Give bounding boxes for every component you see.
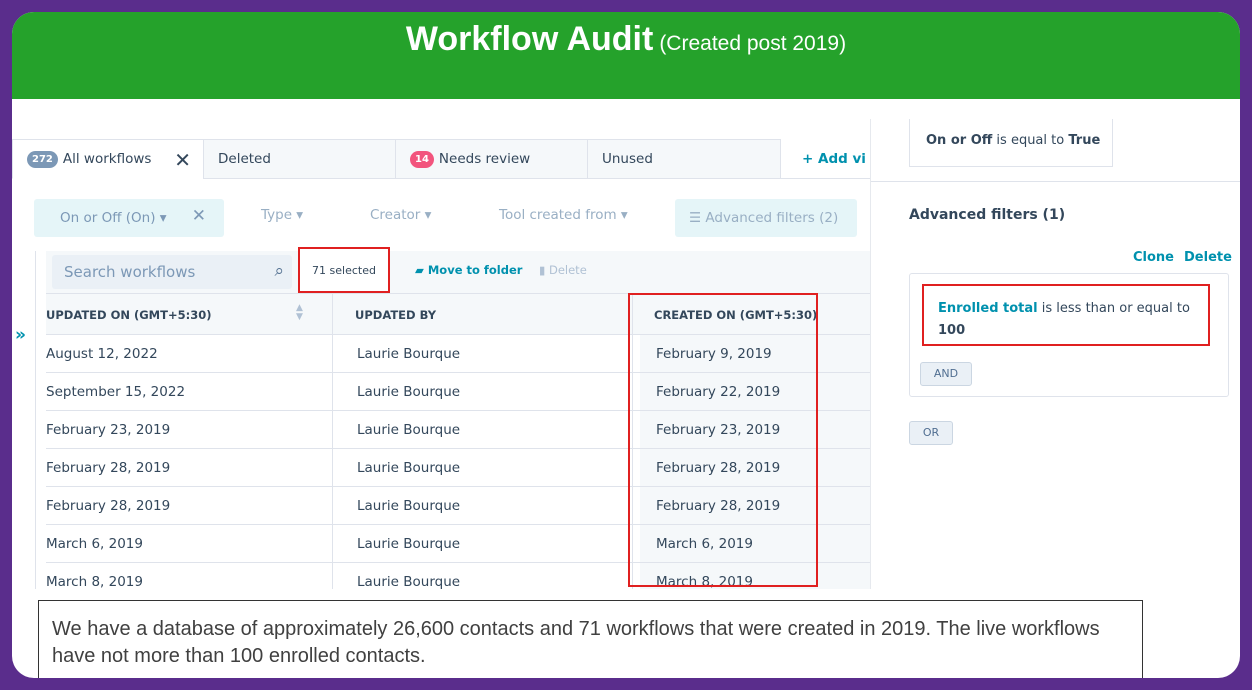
- search-icon[interactable]: ⌕: [274, 261, 284, 281]
- filter-group: Enrolled total is less than or equal to …: [909, 273, 1229, 397]
- workflows-app: 272 All workflows ✕ Deleted 14 Needs rev…: [12, 99, 870, 589]
- tab-label: All workflows: [62, 151, 152, 167]
- updated-by-cell: Laurie Bourque: [357, 574, 461, 589]
- updated-by-cell: Laurie Bourque: [357, 536, 461, 552]
- selected-count: 71 selected: [298, 247, 390, 293]
- bulk-delete-button[interactable]: ▮ Delete: [539, 263, 587, 277]
- tab-label: Deleted: [218, 151, 271, 167]
- caption-text: We have a database of approximately 26,6…: [38, 600, 1143, 678]
- folder-icon: ▰: [415, 263, 428, 277]
- advanced-filters-button[interactable]: ☰ Advanced filters (2): [675, 199, 857, 237]
- trash-icon: ▮: [539, 263, 549, 277]
- search-input[interactable]: Search workflows ⌕: [52, 255, 292, 289]
- workflow-count-badge: 272: [27, 150, 58, 168]
- or-button[interactable]: OR: [909, 421, 953, 445]
- column-header-updated-on[interactable]: UPDATED ON (GMT+5:30): [46, 308, 211, 322]
- condition-property: On or Off: [926, 133, 993, 148]
- collapsed-sidebar: [12, 251, 36, 589]
- delete-label: Delete: [548, 263, 587, 277]
- condition-value: 100: [938, 323, 966, 338]
- condition-property: Enrolled total: [938, 301, 1038, 316]
- on-off-condition[interactable]: On or Off is equal to True: [909, 119, 1113, 167]
- updated-by-cell: Laurie Bourque: [357, 346, 461, 362]
- updated-by-cell: Laurie Bourque: [357, 460, 461, 476]
- updated-on-cell: February 28, 2019: [46, 460, 171, 476]
- type-filter-dropdown[interactable]: Type ▾: [261, 207, 303, 223]
- close-icon[interactable]: ✕: [174, 148, 191, 172]
- filter-bar: On or Off (On) ▾ ✕ Type ▾ Creator ▾ Tool…: [12, 189, 870, 237]
- updated-by-cell: Laurie Bourque: [357, 422, 461, 438]
- view-tabs: 272 All workflows ✕ Deleted 14 Needs rev…: [12, 139, 870, 179]
- updated-by-cell: Laurie Bourque: [357, 384, 461, 400]
- on-off-filter-chip[interactable]: On or Off (On) ▾ ✕: [34, 199, 224, 237]
- expand-sidebar-icon[interactable]: »: [15, 325, 26, 345]
- tab-unused[interactable]: Unused: [587, 139, 781, 179]
- advanced-filters-title: Advanced filters (1): [909, 207, 1066, 223]
- search-placeholder: Search workflows: [64, 263, 196, 281]
- move-to-folder-button[interactable]: ▰ Move to folder: [415, 263, 522, 277]
- updated-on-cell: March 8, 2019: [46, 574, 143, 589]
- condition-operator: is less than or equal to: [1037, 301, 1190, 316]
- enrolled-total-condition[interactable]: Enrolled total is less than or equal to …: [922, 284, 1210, 346]
- created-on-highlight-box: [628, 293, 818, 587]
- slide-title: Workflow Audit: [405, 20, 654, 58]
- condition-operator: is equal to: [992, 133, 1069, 148]
- clone-button[interactable]: Clone: [1133, 250, 1174, 265]
- tool-created-from-dropdown[interactable]: Tool created from ▾: [499, 207, 628, 223]
- updated-by-cell: Laurie Bourque: [357, 498, 461, 514]
- updated-on-cell: March 6, 2019: [46, 536, 143, 552]
- panel-divider: [871, 181, 1240, 182]
- updated-on-cell: February 23, 2019: [46, 422, 171, 438]
- chip-label: On or Off (On) ▾: [60, 210, 167, 226]
- filters-panel: On or Off is equal to True Advanced filt…: [870, 119, 1240, 589]
- review-count-badge: 14: [410, 150, 434, 168]
- tab-label: Unused: [602, 151, 653, 167]
- move-label: Move to folder: [427, 263, 523, 277]
- slide-subtitle: (Created post 2019): [659, 32, 847, 55]
- delete-group-button[interactable]: Delete: [1184, 250, 1232, 265]
- tab-all-workflows[interactable]: 272 All workflows ✕: [12, 139, 204, 179]
- creator-filter-dropdown[interactable]: Creator ▾: [370, 207, 431, 223]
- title-banner: Workflow Audit (Created post 2019): [12, 12, 1240, 99]
- tab-needs-review[interactable]: 14 Needs review: [395, 139, 588, 179]
- slide-frame: Workflow Audit (Created post 2019) 272 Al…: [12, 12, 1240, 678]
- updated-on-cell: February 28, 2019: [46, 498, 171, 514]
- updated-on-cell: September 15, 2022: [46, 384, 186, 400]
- condition-value: True: [1068, 133, 1101, 148]
- tab-deleted[interactable]: Deleted: [203, 139, 396, 179]
- and-button[interactable]: AND: [920, 362, 972, 386]
- remove-filter-icon[interactable]: ✕: [192, 206, 206, 226]
- screenshot-area: 272 All workflows ✕ Deleted 14 Needs rev…: [12, 99, 1240, 589]
- column-header-updated-by[interactable]: UPDATED BY: [355, 308, 436, 322]
- updated-on-cell: August 12, 2022: [46, 346, 158, 362]
- tab-label: Needs review: [438, 151, 531, 167]
- sort-icon[interactable]: ▲ ▼: [296, 304, 303, 322]
- add-view-button[interactable]: + Add vi: [802, 139, 866, 179]
